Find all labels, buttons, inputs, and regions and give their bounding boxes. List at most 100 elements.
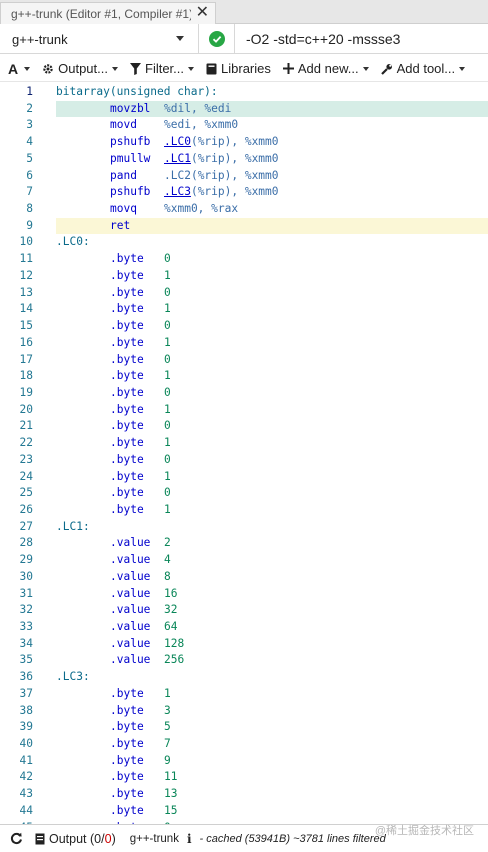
line-number: 13 bbox=[19, 285, 33, 299]
asm-directive: .byte bbox=[110, 469, 144, 483]
asm-operands: (%rip), %xmm0 bbox=[190, 185, 279, 199]
compiler-toolbar: A Output... Filter... Libraries Add new.… bbox=[0, 56, 488, 82]
code-line[interactable]: 21 .byte 0 bbox=[0, 418, 488, 435]
code-line[interactable]: 41 .byte 9 bbox=[0, 753, 488, 770]
info-icon[interactable]: i bbox=[187, 832, 192, 846]
code-line[interactable]: 42 .byte 11 bbox=[0, 769, 488, 786]
code-line[interactable]: 34 .value 128 bbox=[0, 636, 488, 653]
asm-value: 8 bbox=[164, 569, 171, 583]
asm-instruction: pmullw bbox=[110, 151, 151, 165]
code-line[interactable]: 15 .byte 0 bbox=[0, 318, 488, 335]
code-line[interactable]: 43 .byte 13 bbox=[0, 786, 488, 803]
line-number: 31 bbox=[19, 586, 33, 600]
output-toggle[interactable]: Output (0/0) bbox=[35, 832, 116, 846]
code-line[interactable]: 30 .value 8 bbox=[0, 569, 488, 586]
code-line[interactable]: 22 .byte 1 bbox=[0, 435, 488, 452]
code-line[interactable]: 3 movd %edi, %xmm0 bbox=[0, 117, 488, 134]
code-text: .byte 9 bbox=[110, 753, 171, 770]
editor-tab[interactable]: g++-trunk (Editor #1, Compiler #1) C++ ✕ bbox=[0, 2, 216, 24]
code-line[interactable]: 26 .byte 1 bbox=[0, 502, 488, 519]
code-line[interactable]: 40 .byte 7 bbox=[0, 736, 488, 753]
asm-value: 1 bbox=[164, 335, 171, 349]
line-number: 30 bbox=[19, 569, 33, 583]
code-text: .LC0: bbox=[56, 234, 90, 251]
asm-value: 0 bbox=[164, 385, 171, 399]
line-number: 17 bbox=[19, 352, 33, 366]
code-line[interactable]: 11 .byte 0 bbox=[0, 251, 488, 268]
code-line[interactable]: 9 ret bbox=[0, 217, 488, 235]
assembly-output[interactable]: 1 bitarray(unsigned char): 2 movzbl %dil, %e… bbox=[0, 84, 488, 824]
asm-value: 0 bbox=[164, 419, 171, 433]
code-line[interactable]: 23 .byte 0 bbox=[0, 452, 488, 469]
output-ok-count: 0 bbox=[94, 831, 102, 846]
code-line[interactable]: 4 pshufb .LC0(%rip), %xmm0 bbox=[0, 134, 488, 151]
asm-directive: .byte bbox=[110, 686, 144, 700]
line-number: 18 bbox=[19, 369, 33, 383]
code-line[interactable]: 39 .byte 5 bbox=[0, 719, 488, 736]
asm-value: 0 bbox=[164, 486, 171, 500]
code-line[interactable]: 37 .byte 1 bbox=[0, 686, 488, 703]
code-line[interactable]: 1 bitarray(unsigned char): bbox=[0, 84, 488, 101]
compiler-options-input[interactable]: -O2 -std=c++20 -mssse3 bbox=[246, 24, 400, 54]
code-line[interactable]: 28 .value 2 bbox=[0, 535, 488, 552]
close-icon[interactable]: ✕ bbox=[196, 4, 209, 22]
libraries-button[interactable]: Libraries bbox=[206, 61, 271, 76]
code-text: .value 16 bbox=[110, 586, 177, 603]
asm-label-link[interactable]: .LC3 bbox=[164, 184, 191, 201]
tab-bar: g++-trunk (Editor #1, Compiler #1) C++ ✕ bbox=[0, 0, 488, 24]
code-line[interactable]: 31 .value 16 bbox=[0, 586, 488, 603]
code-line[interactable]: 32 .value 32 bbox=[0, 602, 488, 619]
add-new-label: Add new... bbox=[297, 61, 359, 76]
code-line[interactable]: 36 .LC3: bbox=[0, 669, 488, 686]
code-line[interactable]: 27 .LC1: bbox=[0, 519, 488, 536]
code-line[interactable]: 33 .value 64 bbox=[0, 619, 488, 636]
asm-instruction: pshufb bbox=[110, 185, 151, 199]
output-error-count: 0 bbox=[104, 831, 112, 846]
code-line[interactable]: 5 pmullw .LC1(%rip), %xmm0 bbox=[0, 151, 488, 168]
compiler-select[interactable]: g++-trunk bbox=[0, 24, 199, 54]
refresh-icon[interactable] bbox=[10, 832, 23, 845]
filter-button[interactable]: Filter... bbox=[130, 61, 195, 76]
code-line[interactable]: 8 movq %xmm0, %rax bbox=[0, 201, 488, 218]
asm-label-link[interactable]: .LC1 bbox=[164, 151, 191, 168]
line-number: 33 bbox=[19, 620, 33, 633]
code-line[interactable]: 14 .byte 1 bbox=[0, 301, 488, 318]
code-line[interactable]: 10 .LC0: bbox=[0, 234, 488, 251]
code-line[interactable]: 17 .byte 0 bbox=[0, 352, 488, 369]
asm-value: 128 bbox=[164, 636, 185, 650]
code-text: .byte 1 bbox=[110, 502, 171, 519]
asm-label: bitarray(unsigned char): bbox=[56, 85, 218, 98]
line-number: 1 bbox=[26, 85, 33, 98]
add-tool-button[interactable]: Add tool... bbox=[380, 61, 466, 76]
code-line[interactable]: 24 .byte 1 bbox=[0, 469, 488, 486]
font-size-button[interactable]: A bbox=[8, 61, 31, 77]
asm-label: .LC0: bbox=[56, 235, 90, 249]
code-line[interactable]: 18 .byte 1 bbox=[0, 368, 488, 385]
code-line[interactable]: 7 pshufb .LC3(%rip), %xmm0 bbox=[0, 184, 488, 201]
asm-instruction: pand bbox=[110, 168, 137, 182]
output-button[interactable]: Output... bbox=[42, 61, 118, 76]
code-line[interactable]: 19 .byte 0 bbox=[0, 385, 488, 402]
asm-instruction: pshufb bbox=[110, 135, 151, 149]
code-line[interactable]: 25 .byte 0 bbox=[0, 485, 488, 502]
add-new-button[interactable]: Add new... bbox=[282, 61, 369, 76]
code-text: .byte 15 bbox=[110, 803, 177, 820]
line-number: 6 bbox=[26, 168, 33, 182]
asm-directive: .byte bbox=[110, 436, 144, 450]
code-line[interactable]: 16 .byte 1 bbox=[0, 335, 488, 352]
code-line[interactable]: 44 .byte 15 bbox=[0, 803, 488, 820]
code-line[interactable]: 12 .byte 1 bbox=[0, 268, 488, 285]
asm-directive: .byte bbox=[110, 737, 144, 751]
code-line[interactable]: 2 movzbl %dil, %edi bbox=[0, 100, 488, 118]
code-line[interactable]: 6 pand .LC2(%rip), %xmm0 bbox=[0, 168, 488, 185]
code-line[interactable]: 13 .byte 0 bbox=[0, 285, 488, 302]
filter-label: Filter... bbox=[145, 61, 185, 76]
code-line[interactable]: 29 .value 4 bbox=[0, 552, 488, 569]
code-line[interactable]: 38 .byte 3 bbox=[0, 703, 488, 720]
code-line[interactable]: 20 .byte 1 bbox=[0, 402, 488, 419]
code-line[interactable]: 35 .value 256 bbox=[0, 652, 488, 669]
asm-label-link[interactable]: .LC0 bbox=[164, 134, 191, 151]
compile-status[interactable] bbox=[199, 24, 235, 54]
code-text: .byte 0 bbox=[110, 485, 171, 502]
code-text: .value 8 bbox=[110, 569, 171, 586]
